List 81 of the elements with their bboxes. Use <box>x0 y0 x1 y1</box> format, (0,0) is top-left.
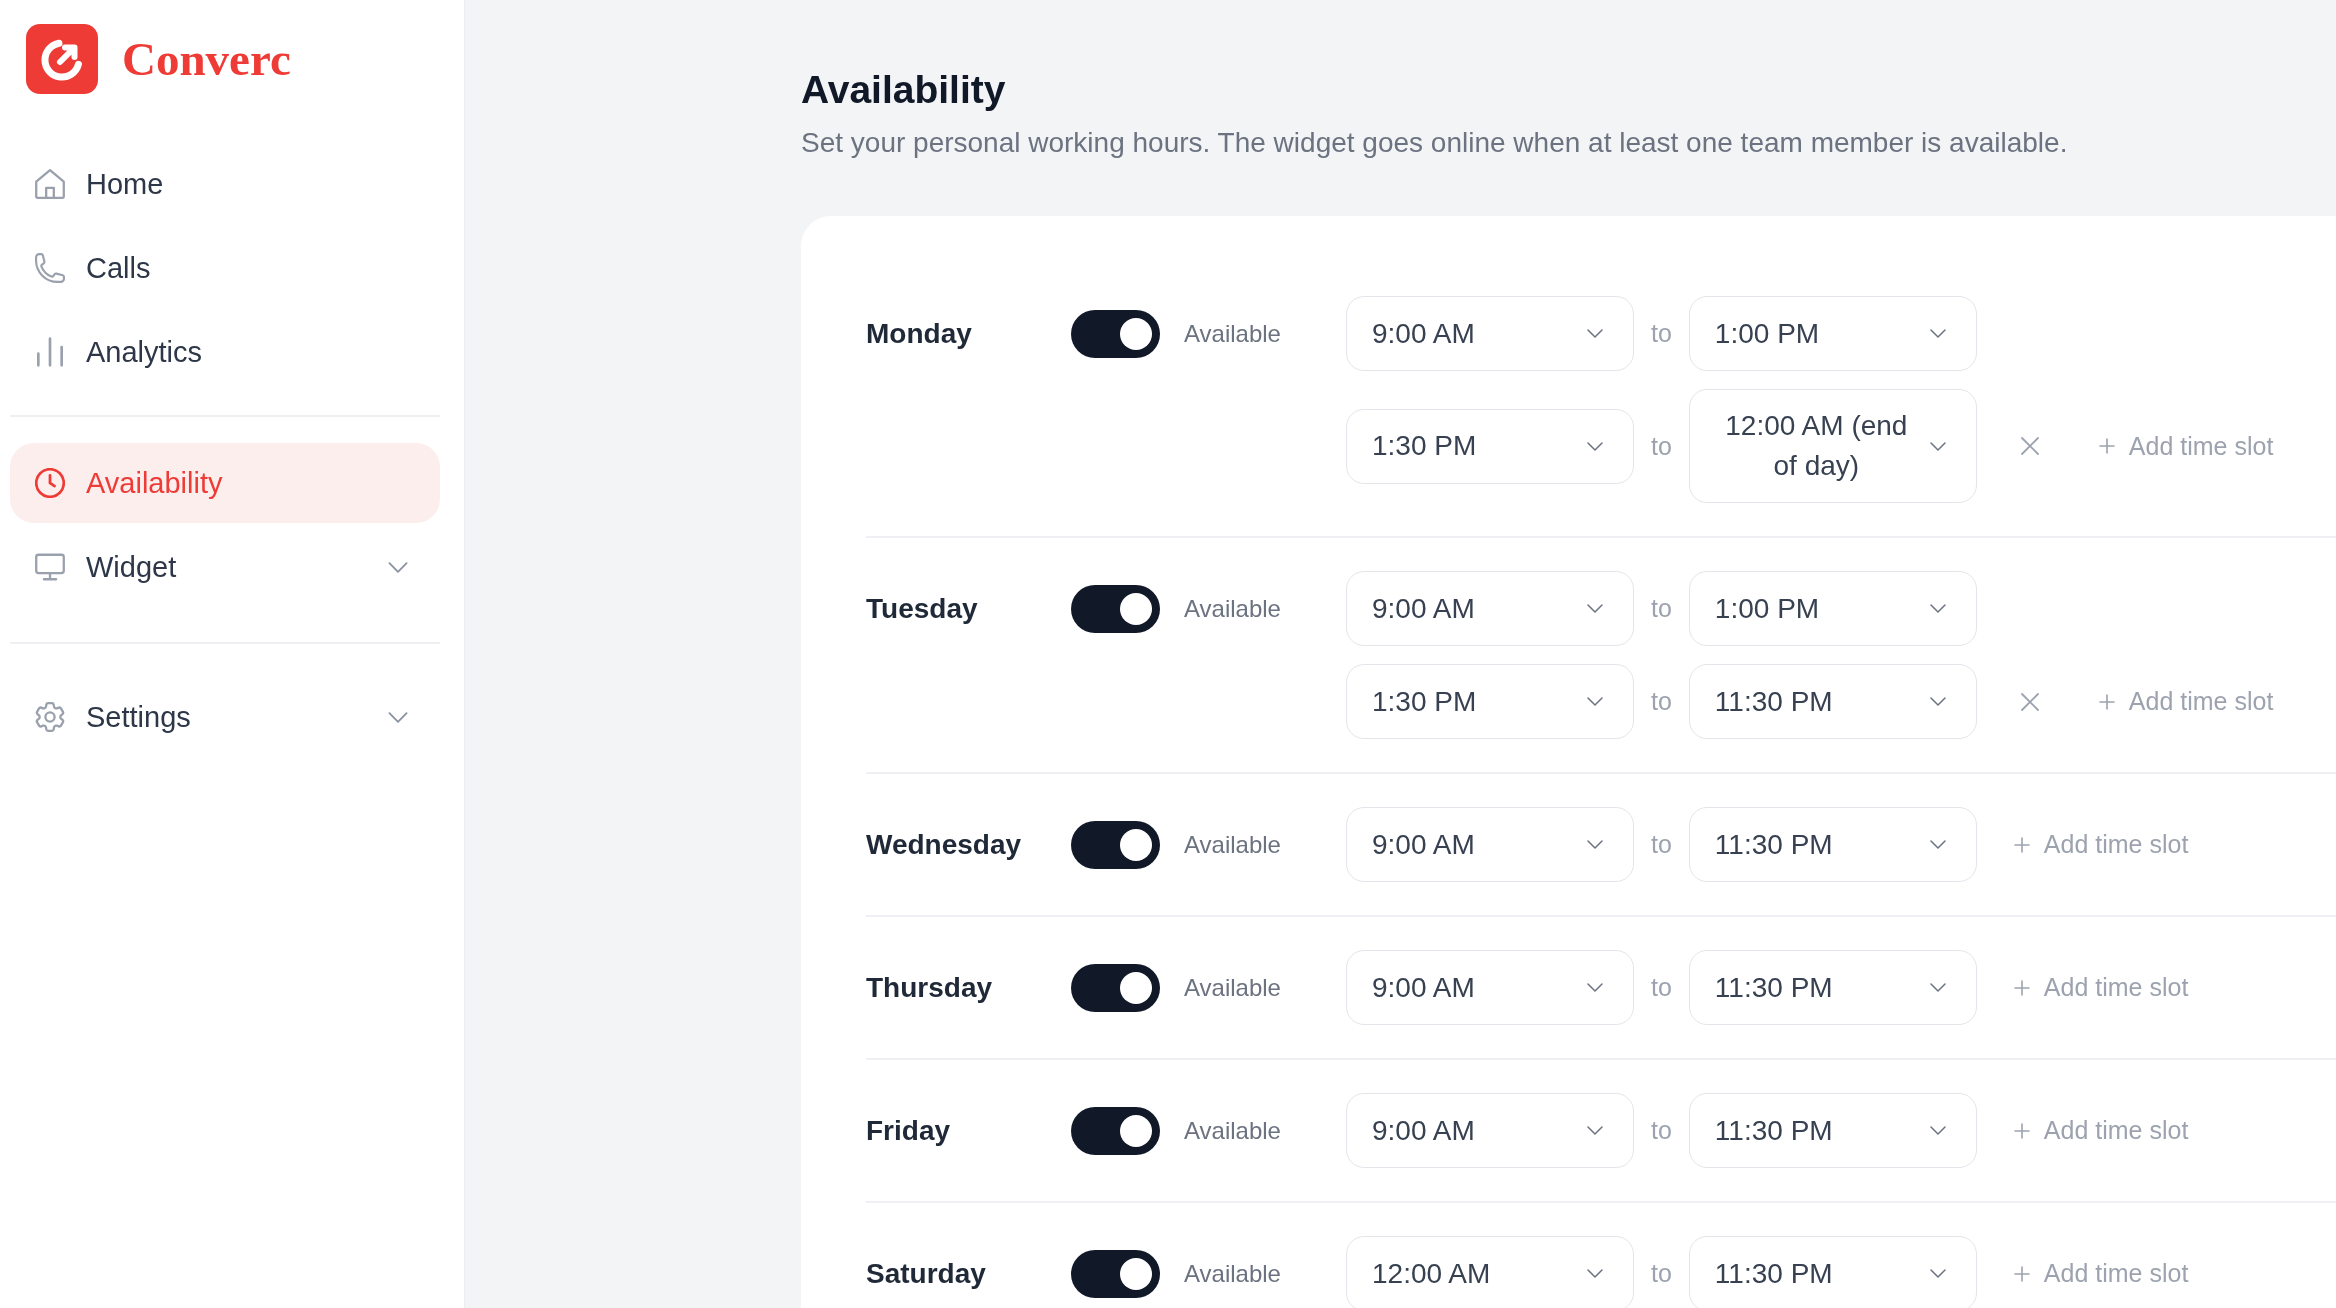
home-icon <box>35 169 65 199</box>
start-time-select[interactable]: 9:00 AM <box>1346 1093 1634 1168</box>
monitor-icon <box>35 552 65 582</box>
chevron-down-icon <box>1929 983 1946 992</box>
status-label: Available <box>1184 973 1281 1002</box>
availability-toggle[interactable] <box>1071 820 1160 869</box>
clock-icon <box>35 468 65 498</box>
chevron-down-icon <box>1929 441 1946 451</box>
day-name: Friday <box>866 1114 952 1147</box>
end-time-select[interactable]: 11:30 PM <box>1688 1236 1977 1308</box>
end-time-select[interactable]: 11:30 PM <box>1688 664 1977 739</box>
end-time-select[interactable]: 11:30 PM <box>1688 807 1977 882</box>
status-label: Available <box>1184 1259 1281 1288</box>
bar-chart-icon <box>35 337 65 367</box>
day-name: Wednesday <box>866 828 1023 861</box>
chevron-down-icon <box>1929 329 1946 338</box>
chevron-down-icon <box>1929 697 1946 706</box>
start-time-select[interactable]: 9:00 AM <box>1346 296 1634 371</box>
status-label: Available <box>1184 1116 1281 1145</box>
day-name: Tuesday <box>866 592 979 625</box>
day-name: Saturday <box>866 1257 987 1290</box>
chevron-down-icon <box>1587 604 1603 613</box>
to-label: to <box>1651 830 1672 859</box>
start-time-select[interactable]: 1:30 PM <box>1346 664 1634 739</box>
settings-icon <box>35 702 65 732</box>
start-time-select[interactable]: 9:00 AM <box>1346 571 1634 646</box>
status-label: Available <box>1184 594 1281 623</box>
chevron-down-icon <box>1587 697 1603 706</box>
nav-item[interactable]: Analytics <box>10 312 440 392</box>
chevron-down-icon <box>1587 1269 1603 1278</box>
plus-icon <box>2098 438 2115 454</box>
to-label: to <box>1651 1116 1672 1145</box>
start-time-select[interactable]: 9:00 AM <box>1346 950 1634 1025</box>
plus-icon <box>2013 1122 2030 1139</box>
chevron-down-icon <box>1587 1126 1603 1135</box>
plus-icon <box>2013 836 2030 853</box>
chevron-down-icon <box>1587 840 1603 849</box>
close-icon <box>2019 436 2040 456</box>
availability-toggle[interactable] <box>1071 1106 1160 1155</box>
page-subtitle: Set your personal working hours. The widget goes online when at least one team member is available. <box>801 126 2069 160</box>
end-time-select[interactable]: 1:00 PM <box>1688 296 1977 371</box>
start-time-select[interactable]: 12:00 AM <box>1346 1236 1634 1308</box>
nav-item[interactable]: Widget <box>10 527 440 607</box>
end-time-select[interactable]: 11:30 PM <box>1688 950 1977 1025</box>
chevron-down-icon <box>1929 1126 1946 1135</box>
brand-name: Converc <box>122 35 291 83</box>
chevron-down-icon <box>1929 1269 1946 1278</box>
to-label: to <box>1651 687 1672 716</box>
to-label: to <box>1651 431 1672 461</box>
chevron-down-icon <box>1929 840 1946 849</box>
availability-toggle[interactable] <box>1071 1249 1160 1298</box>
nav-item[interactable]: Calls <box>10 228 440 308</box>
chevron-down-icon <box>1587 983 1603 992</box>
end-time-select[interactable]: 11:30 PM <box>1688 1093 1977 1168</box>
end-time-select[interactable]: 1:00 PM <box>1688 571 1977 646</box>
status-label: Available <box>1184 830 1281 859</box>
plus-icon <box>2098 693 2115 710</box>
nav-item[interactable]: Home <box>10 144 440 224</box>
logo-icon <box>26 24 98 94</box>
nav-item[interactable]: Settings <box>10 677 440 757</box>
day-name: Monday <box>866 317 973 350</box>
day-name: Thursday <box>866 971 994 1004</box>
to-label: to <box>1651 1259 1672 1288</box>
to-label: to <box>1651 973 1672 1002</box>
chevron-down-icon <box>1587 329 1603 338</box>
chevron-down-icon <box>1587 441 1603 451</box>
start-time-select[interactable]: 1:30 PM <box>1346 408 1634 484</box>
availability-toggle[interactable] <box>1071 584 1160 633</box>
status-label: Available <box>1184 319 1281 348</box>
to-label: to <box>1651 594 1672 623</box>
to-label: to <box>1651 319 1672 348</box>
close-icon <box>2019 691 2040 712</box>
availability-toggle[interactable] <box>1071 309 1160 358</box>
page-title: Availability <box>801 67 1007 113</box>
availability-toggle[interactable] <box>1071 963 1160 1012</box>
plus-icon <box>2013 979 2030 996</box>
chevron-down-icon <box>1929 604 1946 613</box>
end-time-select[interactable]: 12:00 AM (end of day) <box>1688 389 1977 503</box>
start-time-select[interactable]: 9:00 AM <box>1346 807 1634 882</box>
phone-icon <box>35 253 65 283</box>
plus-icon <box>2013 1265 2030 1282</box>
